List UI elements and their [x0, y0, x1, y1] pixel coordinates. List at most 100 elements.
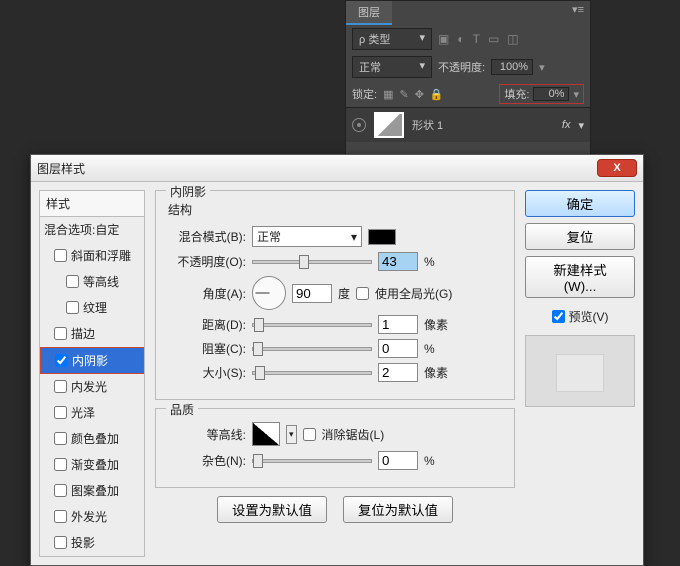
- fill-group: 填充: 0% ▾: [499, 84, 584, 104]
- layer-thumb[interactable]: [374, 112, 404, 138]
- style-item-drop-shadow[interactable]: 投影: [40, 530, 144, 556]
- lock-position-icon[interactable]: ✥: [415, 88, 424, 101]
- style-item-pattern-overlay[interactable]: 图案叠加: [40, 478, 144, 504]
- filter-type-select[interactable]: ρ 类型▾: [352, 28, 432, 50]
- antialias-check[interactable]: [303, 428, 316, 441]
- blend-mode-select[interactable]: 正常▾: [252, 226, 362, 247]
- distance-unit: 像素: [424, 316, 452, 333]
- chevron-down-icon[interactable]: ▾: [573, 88, 579, 101]
- style-item-texture[interactable]: 纹理: [40, 295, 144, 321]
- style-item-satin[interactable]: 光泽: [40, 400, 144, 426]
- style-check[interactable]: [54, 510, 67, 523]
- style-item-gradient-overlay[interactable]: 渐变叠加: [40, 452, 144, 478]
- style-item-color-overlay[interactable]: 颜色叠加: [40, 426, 144, 452]
- shadow-color-swatch[interactable]: [368, 229, 396, 245]
- shape-filter-icon[interactable]: ▭: [488, 32, 499, 46]
- style-item-outer-glow[interactable]: 外发光: [40, 504, 144, 530]
- opacity-value[interactable]: 100%: [491, 59, 533, 75]
- size-slider[interactable]: [252, 371, 372, 375]
- style-item-inner-glow[interactable]: 内发光: [40, 374, 144, 400]
- style-check[interactable]: [54, 249, 67, 262]
- style-item-contour[interactable]: 等高线: [40, 269, 144, 295]
- visibility-icon[interactable]: [352, 118, 366, 132]
- style-item-stroke[interactable]: 描边: [40, 321, 144, 347]
- style-check[interactable]: [54, 484, 67, 497]
- chevron-down-icon: ▾: [351, 230, 357, 244]
- styles-header: 样式: [39, 190, 145, 217]
- antialias-label: 消除锯齿(L): [322, 426, 385, 443]
- opacity-input[interactable]: [378, 252, 418, 271]
- lock-transparency-icon[interactable]: ▦: [383, 88, 393, 101]
- lock-pixels-icon[interactable]: ✎: [399, 88, 408, 101]
- chevron-down-icon[interactable]: ▾: [539, 61, 545, 74]
- quality-fieldset: 品质 等高线: ▾ 消除锯齿(L) 杂色(N): %: [155, 408, 515, 488]
- chevron-down-icon: ▾: [419, 59, 425, 75]
- layers-tab[interactable]: 图层: [346, 1, 392, 25]
- opacity-label: 不透明度:: [438, 59, 485, 75]
- layer-name[interactable]: 形状 1: [412, 117, 443, 133]
- style-check[interactable]: [66, 275, 79, 288]
- choke-input[interactable]: [378, 339, 418, 358]
- choke-slider[interactable]: [252, 347, 372, 351]
- opacity-slider[interactable]: [252, 260, 372, 264]
- layer-row[interactable]: 形状 1 fx ▾: [346, 107, 590, 142]
- type-filter-icon[interactable]: T: [473, 32, 480, 46]
- noise-slider[interactable]: [252, 459, 372, 463]
- style-check[interactable]: [54, 406, 67, 419]
- layers-panel: 图层 ▾≡ ρ 类型▾ ▣ ◐ T ▭ ◫ 正常▾ 不透明度: 100% ▾ 锁…: [345, 0, 591, 160]
- inner-shadow-title: 内阴影: [166, 183, 210, 200]
- smart-filter-icon[interactable]: ◫: [507, 32, 518, 46]
- fill-label: 填充:: [504, 86, 529, 102]
- contour-picker[interactable]: [252, 422, 280, 446]
- adjust-filter-icon[interactable]: ◐: [457, 32, 464, 46]
- panel-menu-icon[interactable]: ▾≡: [566, 1, 590, 18]
- filter-icons[interactable]: ▣ ◐ T ▭ ◫: [438, 32, 519, 46]
- style-check[interactable]: [66, 301, 79, 314]
- fx-badge[interactable]: fx: [562, 119, 571, 131]
- size-input[interactable]: [378, 363, 418, 382]
- size-unit: 像素: [424, 364, 452, 381]
- close-button[interactable]: X: [597, 159, 637, 177]
- cancel-button[interactable]: 复位: [525, 223, 635, 250]
- ok-button[interactable]: 确定: [525, 190, 635, 217]
- blending-options-item[interactable]: 混合选项:自定: [40, 217, 144, 243]
- layer-style-dialog: 图层样式 X 样式 混合选项:自定 斜面和浮雕 等高线 纹理 描边 内阴影 内发…: [30, 154, 644, 566]
- reset-default-button[interactable]: 复位为默认值: [343, 496, 453, 523]
- chevron-down-icon[interactable]: ▾: [578, 119, 584, 132]
- noise-input[interactable]: [378, 451, 418, 470]
- lock-label: 锁定:: [352, 86, 377, 102]
- contour-label: 等高线:: [166, 426, 246, 443]
- styles-list: 混合选项:自定 斜面和浮雕 等高线 纹理 描边 内阴影 内发光 光泽 颜色叠加 …: [39, 217, 145, 557]
- angle-dial[interactable]: [252, 276, 286, 310]
- style-check[interactable]: [54, 536, 67, 549]
- size-label: 大小(S):: [166, 364, 246, 381]
- style-check[interactable]: [55, 354, 68, 367]
- new-style-button[interactable]: 新建样式(W)...: [525, 256, 635, 298]
- style-item-inner-shadow[interactable]: 内阴影: [40, 347, 144, 374]
- blend-mode-label: 混合模式(B):: [166, 228, 246, 245]
- lock-all-icon[interactable]: 🔒: [430, 88, 444, 101]
- preview-thumbnail: [525, 335, 635, 407]
- fill-value[interactable]: 0%: [533, 87, 569, 101]
- distance-slider[interactable]: [252, 323, 372, 327]
- image-filter-icon[interactable]: ▣: [438, 32, 449, 46]
- quality-label: 品质: [166, 401, 198, 418]
- angle-label: 角度(A):: [166, 285, 246, 302]
- angle-input[interactable]: [292, 284, 332, 303]
- preview-check[interactable]: [552, 310, 565, 323]
- dialog-title: 图层样式: [37, 160, 85, 177]
- distance-input[interactable]: [378, 315, 418, 334]
- style-item-bevel[interactable]: 斜面和浮雕: [40, 243, 144, 269]
- style-check[interactable]: [54, 380, 67, 393]
- make-default-button[interactable]: 设置为默认值: [217, 496, 327, 523]
- style-check[interactable]: [54, 327, 67, 340]
- dialog-titlebar[interactable]: 图层样式 X: [31, 155, 643, 182]
- style-check[interactable]: [54, 458, 67, 471]
- noise-unit: %: [424, 454, 452, 468]
- structure-label: 结构: [168, 201, 504, 218]
- chevron-down-icon[interactable]: ▾: [286, 425, 297, 444]
- blend-mode-select[interactable]: 正常▾: [352, 56, 432, 78]
- style-check[interactable]: [54, 432, 67, 445]
- noise-label: 杂色(N):: [166, 452, 246, 469]
- global-light-check[interactable]: [356, 287, 369, 300]
